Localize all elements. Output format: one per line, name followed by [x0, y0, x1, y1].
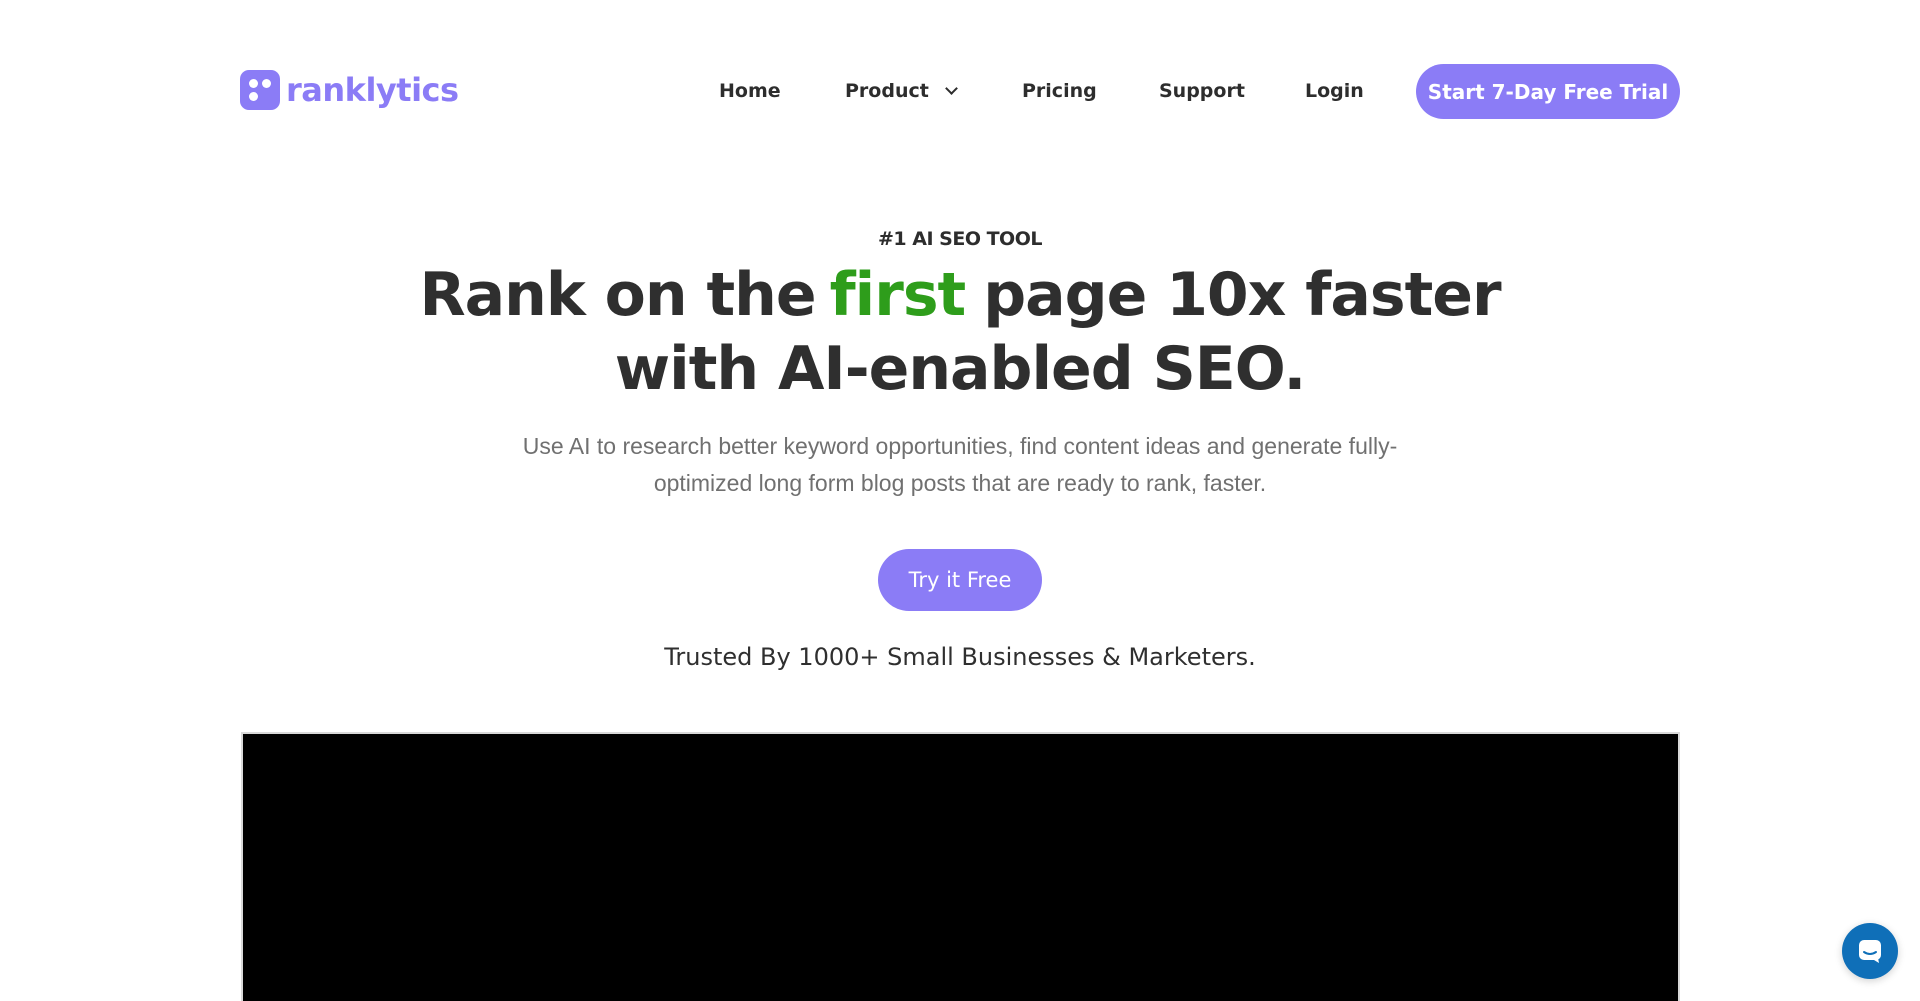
chevron-down-icon: [944, 82, 958, 95]
chat-icon: [1859, 940, 1881, 963]
hero-headline: Rank on the first page 10x faster with AI-…: [360, 258, 1560, 406]
nav-home[interactable]: Home: [719, 80, 781, 102]
headline-part1: Rank on the: [419, 260, 816, 330]
site-header: ranklytics Home Product Pricing Support …: [0, 0, 1920, 182]
nav-product-label: Product: [845, 80, 929, 102]
chat-launcher-button[interactable]: [1842, 923, 1898, 979]
trusted-tagline: Trusted By 1000+ Small Businesses & Mark…: [664, 643, 1256, 671]
brand-name: ranklytics: [286, 71, 459, 109]
brand-logo[interactable]: ranklytics: [240, 70, 459, 110]
demo-video-player[interactable]: [241, 732, 1680, 1001]
logo-mark-icon: [240, 70, 280, 110]
hero-subtext: Use AI to research better keyword opport…: [522, 433, 1398, 496]
nav-pricing[interactable]: Pricing: [1022, 80, 1097, 102]
hero-eyebrow: #1 AI SEO TOOL: [878, 228, 1042, 250]
headline-part2: page 10x faster: [983, 260, 1501, 330]
nav-login[interactable]: Login: [1305, 80, 1364, 102]
start-trial-button[interactable]: Start 7-Day Free Trial: [1416, 64, 1680, 119]
headline-line2: with AI-enabled SEO.: [614, 334, 1307, 404]
headline-accent: first: [829, 260, 967, 330]
try-free-button[interactable]: Try it Free: [878, 549, 1042, 611]
nav-product[interactable]: Product: [845, 80, 958, 102]
nav-support[interactable]: Support: [1159, 80, 1245, 102]
